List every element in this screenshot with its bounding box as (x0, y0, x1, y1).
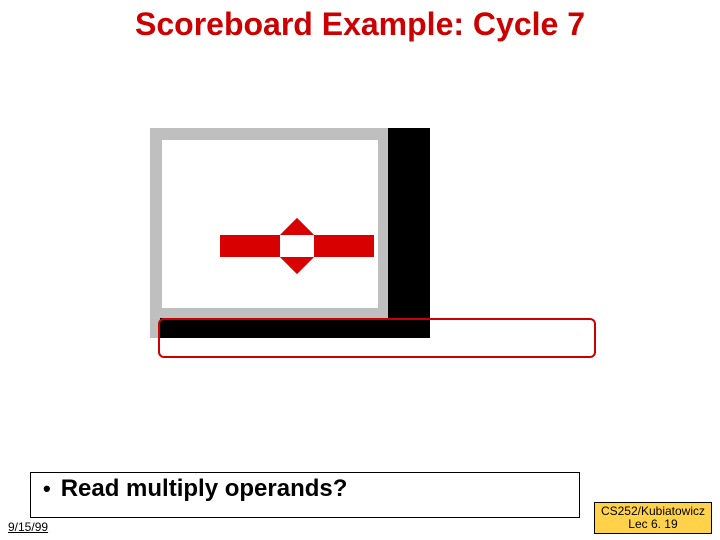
bullet-line: • Read multiply operands? (39, 475, 571, 503)
footer-lecture: Lec 6. 19 (601, 518, 705, 531)
bullet-text: Read multiply operands? (61, 475, 348, 503)
footer-date: 9/15/99 (8, 520, 48, 534)
bullet-box: • Read multiply operands? (30, 472, 580, 518)
slide-title: Scoreboard Example: Cycle 7 (0, 6, 720, 43)
placeholder-inner (162, 140, 378, 308)
footer-course-box: CS252/Kubiatowicz Lec 6. 19 (594, 502, 712, 534)
bullet-dot-icon: • (43, 478, 51, 500)
highlight-outline (158, 318, 596, 358)
placeholder-right-bar (388, 128, 430, 338)
image-placeholder (150, 128, 430, 338)
broken-image-icon (220, 206, 374, 286)
slide: Scoreboard Example: Cycle 7 • Read multi… (0, 0, 720, 540)
footer-course: CS252/Kubiatowicz (601, 505, 705, 518)
